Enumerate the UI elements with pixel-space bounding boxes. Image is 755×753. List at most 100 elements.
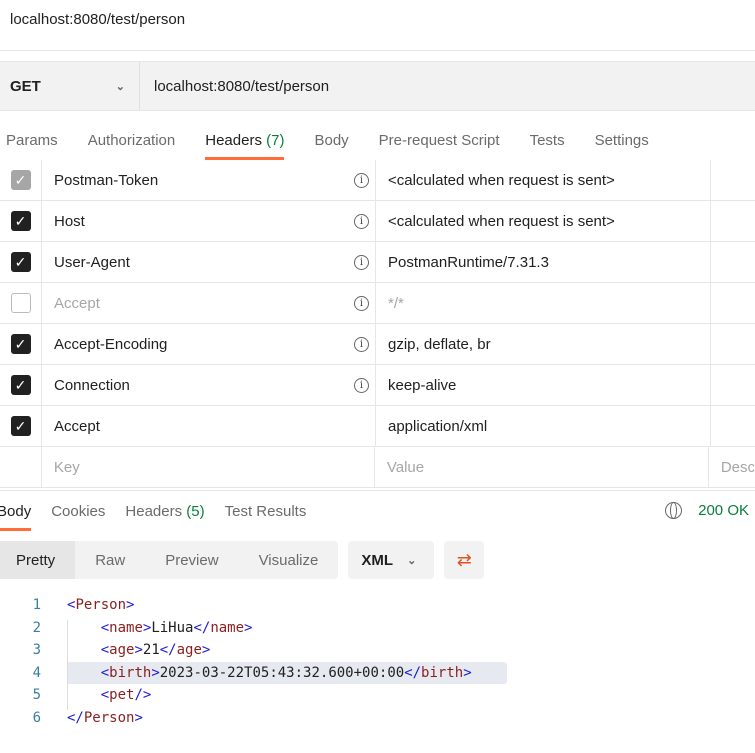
view-toolbar: Pretty Raw Preview Visualize XML ⌄ ⇄ xyxy=(0,541,485,579)
headers-table: ✓ Postman-Token i <calculated when reques… xyxy=(0,160,755,488)
value: 21 xyxy=(142,642,160,659)
header-description[interactable] xyxy=(711,201,755,241)
header-checkbox[interactable]: ✓ xyxy=(10,334,31,354)
info-icon[interactable]: i xyxy=(354,377,369,393)
header-key[interactable]: Host xyxy=(54,213,85,230)
tab-test-results[interactable]: Test Results xyxy=(225,491,307,531)
header-key[interactable]: Postman-Token xyxy=(54,172,158,189)
header-value[interactable]: <calculated when request is sent> xyxy=(388,213,615,230)
header-value[interactable]: PostmanRuntime/7.31.3 xyxy=(388,254,549,271)
chevron-down-icon: ⌄ xyxy=(115,80,125,93)
header-key[interactable]: Accept xyxy=(54,418,100,435)
tab-params[interactable]: Params xyxy=(6,124,58,160)
header-checkbox[interactable]: ✓ xyxy=(10,211,31,231)
tab-headers[interactable]: Headers (7) xyxy=(205,124,285,160)
tag: Person xyxy=(75,597,127,614)
response-body-code: 1 <Person> 2 <name>LiHua</name> 3 <age>21… xyxy=(0,594,507,730)
tab-tests[interactable]: Tests xyxy=(530,124,565,160)
header-key[interactable]: Connection xyxy=(54,377,130,394)
wrap-lines-icon[interactable]: ⇄ xyxy=(444,541,485,579)
header-checkbox[interactable] xyxy=(10,293,31,313)
header-description[interactable] xyxy=(711,406,755,446)
header-key[interactable]: Accept-Encoding xyxy=(54,336,167,353)
header-row: ✓ Host i <calculated when request is sent… xyxy=(0,201,755,242)
divider xyxy=(0,50,755,51)
header-description[interactable] xyxy=(711,160,755,200)
tab-cookies[interactable]: Cookies xyxy=(51,491,105,531)
view-preview[interactable]: Preview xyxy=(145,541,238,579)
line-number: 5 xyxy=(32,687,41,704)
header-row: ✓ Postman-Token i <calculated when reques… xyxy=(0,160,755,201)
header-description[interactable] xyxy=(711,242,755,282)
line-number: 3 xyxy=(32,642,41,659)
line-number: 6 xyxy=(32,709,41,726)
tab-label: Headers xyxy=(125,502,183,520)
tag: age xyxy=(176,642,202,659)
tag: age xyxy=(109,642,135,659)
header-row: ✓ Connection i keep-alive xyxy=(0,365,755,406)
header-value[interactable]: */* xyxy=(388,295,404,312)
status-code[interactable]: 200 OK xyxy=(698,502,749,519)
chevron-down-icon: ⌄ xyxy=(407,554,417,567)
format-select[interactable]: XML ⌄ xyxy=(348,541,435,579)
method-select[interactable]: GET ⌄ xyxy=(0,62,140,110)
url-input[interactable]: localhost:8080/test/person xyxy=(140,78,329,95)
key-placeholder[interactable]: Key xyxy=(54,459,80,476)
code-line: 6 </Person> xyxy=(0,707,472,730)
header-description[interactable] xyxy=(711,283,755,323)
method-label: GET xyxy=(10,77,41,95)
value: LiHua xyxy=(151,619,194,636)
header-row: ✓ Accept-Encoding i gzip, deflate, br xyxy=(0,324,755,365)
tab-body[interactable]: Body xyxy=(314,124,348,160)
header-value[interactable]: application/xml xyxy=(388,418,487,435)
info-icon[interactable]: i xyxy=(354,336,369,352)
tag: birth xyxy=(109,664,152,681)
description-placeholder[interactable]: Desc xyxy=(721,459,755,476)
request-title: localhost:8080/test/person xyxy=(10,11,186,28)
value-placeholder[interactable]: Value xyxy=(387,459,424,476)
info-icon[interactable]: i xyxy=(354,213,369,229)
tab-response-body[interactable]: Body xyxy=(0,491,32,531)
line-number: 4 xyxy=(32,664,41,681)
header-value[interactable]: gzip, deflate, br xyxy=(388,336,491,353)
header-description[interactable] xyxy=(711,324,755,364)
tab-label: Headers xyxy=(205,132,262,149)
tab-response-headers[interactable]: Headers (5) xyxy=(125,491,204,531)
code-line-highlighted: 4 <birth>2023-03-22T05:43:32.600+00:00</… xyxy=(0,661,507,684)
view-pretty[interactable]: Pretty xyxy=(0,541,76,579)
response-status: 200 OK xyxy=(665,502,749,519)
header-value[interactable]: <calculated when request is sent> xyxy=(388,172,615,189)
info-icon[interactable]: i xyxy=(354,172,369,188)
view-visualize[interactable]: Visualize xyxy=(239,541,339,579)
header-row: Accept i */* xyxy=(0,283,755,324)
tag: birth xyxy=(421,664,464,681)
tab-authorization[interactable]: Authorization xyxy=(88,124,176,160)
tag: pet xyxy=(109,687,135,704)
info-icon[interactable]: i xyxy=(354,295,369,311)
code-line: 5 <pet/> xyxy=(0,684,472,707)
code-line: 3 <age>21</age> xyxy=(0,639,472,662)
header-checkbox[interactable]: ✓ xyxy=(10,252,31,272)
line-number: 2 xyxy=(32,619,41,636)
globe-icon[interactable] xyxy=(665,502,683,519)
header-key[interactable]: Accept xyxy=(54,295,100,312)
info-icon[interactable]: i xyxy=(354,254,369,270)
header-row: ✓ User-Agent i PostmanRuntime/7.31.3 xyxy=(0,242,755,283)
tab-settings[interactable]: Settings xyxy=(595,124,649,160)
header-checkbox[interactable]: ✓ xyxy=(10,416,31,436)
header-checkbox[interactable]: ✓ xyxy=(10,375,31,395)
view-raw[interactable]: Raw xyxy=(75,541,145,579)
tab-pre-request-script[interactable]: Pre-request Script xyxy=(379,124,500,160)
line-number: 1 xyxy=(32,597,41,614)
request-tabs: Params Authorization Headers (7) Body Pr… xyxy=(0,124,755,160)
tab-count: (7) xyxy=(266,132,285,149)
header-row: ✓ Accept application/xml xyxy=(0,406,755,447)
header-value[interactable]: keep-alive xyxy=(388,377,456,394)
tag: Person xyxy=(83,709,135,726)
code-line: 2 <name>LiHua</name> xyxy=(0,617,472,640)
header-checkbox[interactable]: ✓ xyxy=(10,170,31,190)
tag: name xyxy=(210,619,245,636)
header-key[interactable]: User-Agent xyxy=(54,254,130,271)
header-description[interactable] xyxy=(711,365,755,405)
response-tabs: Body Cookies Headers (5) Test Results xyxy=(0,490,755,531)
